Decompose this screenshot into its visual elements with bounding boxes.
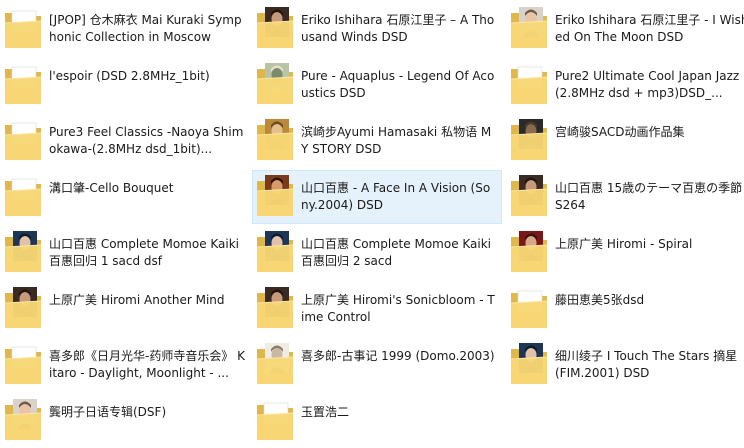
folder-name: Pure3 Feel Classics -Naoya Shimokawa-(2.… xyxy=(49,125,244,156)
folder-name: 喜多郎-古事记 1999 (Domo.2003) xyxy=(301,349,495,363)
folder-item[interactable]: Eriko Ishihara 石原江里子 - I Wished On The M… xyxy=(506,2,744,56)
folder-icon xyxy=(3,5,43,51)
folder-name: 上原广美 Hiromi's Sonicbloom - Time Control xyxy=(301,293,495,324)
folder-item[interactable]: 山口百惠 15歳のテーマ百恵の季節 -S264 xyxy=(506,170,744,224)
folder-name: 玉置浩二 xyxy=(301,405,350,419)
folder-icon xyxy=(3,173,43,219)
folder-icon xyxy=(509,173,549,219)
folder-item[interactable]: 上原广美 Hiromi Another Mind xyxy=(0,282,250,336)
folder-grid: [JPOP] 仓木麻衣 Mai Kuraki Symphonic Collect… xyxy=(0,0,744,448)
folder-icon xyxy=(3,229,43,275)
folder-name: 山口百惠 15歳のテーマ百恵の季節 -S264 xyxy=(555,181,744,212)
folder-name: 宫崎骏SACD动画作品集 xyxy=(555,125,685,139)
folder-icon xyxy=(255,61,295,107)
folder-item[interactable]: Pure2 Ultimate Cool Japan Jazz(2.8MHz ds… xyxy=(506,58,744,112)
folder-item[interactable]: 喜多郎《日月光华-药师寺音乐会》 Kitaro - Daylight, Moon… xyxy=(0,338,250,392)
folder-item[interactable]: 玉置浩二 xyxy=(252,394,502,448)
folder-name: Eriko Ishihara 石原江里子 – A Thousand Winds … xyxy=(301,13,495,44)
folder-item[interactable]: 溝口肇-Cello Bouquet xyxy=(0,170,250,224)
folder-icon xyxy=(3,117,43,163)
folder-item[interactable]: 宫崎骏SACD动画作品集 xyxy=(506,114,744,168)
folder-item[interactable]: 藤田恵美5张dsd xyxy=(506,282,744,336)
folder-item[interactable]: 滨崎步Ayumi Hamasaki 私物语 MY STORY DSD xyxy=(252,114,502,168)
folder-icon xyxy=(255,397,295,443)
folder-item[interactable]: Eriko Ishihara 石原江里子 – A Thousand Winds … xyxy=(252,2,502,56)
folder-name: l'espoir (DSD 2.8MHz_1bit) xyxy=(49,69,210,83)
folder-icon xyxy=(509,285,549,331)
folder-icon xyxy=(3,61,43,107)
folder-name: 上原广美 Hiromi - Spiral xyxy=(555,237,693,251)
folder-icon xyxy=(255,341,295,387)
folder-item[interactable]: Pure - Aquaplus - Legend Of Acoustics DS… xyxy=(252,58,502,112)
folder-item[interactable]: 山口百惠 - A Face In A Vision (Sony.2004) DS… xyxy=(252,170,502,224)
folder-item[interactable]: 山口百惠 Complete Momoe Kaiki 百惠回归 1 sacd ds… xyxy=(0,226,250,280)
folder-name: 喜多郎《日月光华-药师寺音乐会》 Kitaro - Daylight, Moon… xyxy=(49,349,245,380)
folder-name: 山口百惠 - A Face In A Vision (Sony.2004) DS… xyxy=(301,181,491,212)
folder-item[interactable]: 喜多郎-古事记 1999 (Domo.2003) xyxy=(252,338,502,392)
folder-name: Pure - Aquaplus - Legend Of Acoustics DS… xyxy=(301,69,495,100)
folder-name: 细川绫子 I Touch The Stars 摘星 (FIM.2001) DSD xyxy=(555,349,738,380)
folder-name: 溝口肇-Cello Bouquet xyxy=(49,181,174,195)
folder-item[interactable]: Pure3 Feel Classics -Naoya Shimokawa-(2.… xyxy=(0,114,250,168)
folder-name: 上原广美 Hiromi Another Mind xyxy=(49,293,225,307)
folder-icon xyxy=(509,229,549,275)
folder-icon xyxy=(3,397,43,443)
folder-name: 藤田恵美5张dsd xyxy=(555,293,645,307)
folder-name: Pure2 Ultimate Cool Japan Jazz(2.8MHz ds… xyxy=(555,69,740,100)
folder-icon xyxy=(509,341,549,387)
folder-icon xyxy=(255,117,295,163)
folder-item[interactable]: [JPOP] 仓木麻衣 Mai Kuraki Symphonic Collect… xyxy=(0,2,250,56)
folder-item[interactable]: 细川绫子 I Touch The Stars 摘星 (FIM.2001) DSD xyxy=(506,338,744,392)
folder-name: Eriko Ishihara 石原江里子 - I Wished On The M… xyxy=(555,13,744,44)
folder-icon xyxy=(255,229,295,275)
folder-icon xyxy=(3,285,43,331)
folder-item[interactable]: 上原广美 Hiromi's Sonicbloom - Time Control xyxy=(252,282,502,336)
folder-icon xyxy=(255,173,295,219)
folder-icon xyxy=(255,5,295,51)
folder-name: 山口百惠 Complete Momoe Kaiki 百惠回归 1 sacd ds… xyxy=(49,237,240,268)
folder-item[interactable]: l'espoir (DSD 2.8MHz_1bit) xyxy=(0,58,250,112)
folder-item[interactable]: 上原广美 Hiromi - Spiral xyxy=(506,226,744,280)
folder-item[interactable]: 山口百惠 Complete Momoe Kaiki 百惠回归 2 sacd xyxy=(252,226,502,280)
folder-name: 滨崎步Ayumi Hamasaki 私物语 MY STORY DSD xyxy=(301,125,492,156)
folder-icon xyxy=(255,285,295,331)
folder-icon xyxy=(509,117,549,163)
folder-icon xyxy=(509,61,549,107)
folder-name: [JPOP] 仓木麻衣 Mai Kuraki Symphonic Collect… xyxy=(49,13,242,44)
folder-item[interactable]: 龔明子日语专辑(DSF) xyxy=(0,394,250,448)
folder-icon xyxy=(509,5,549,51)
folder-name: 山口百惠 Complete Momoe Kaiki 百惠回归 2 sacd xyxy=(301,237,492,268)
folder-name: 龔明子日语专辑(DSF) xyxy=(49,405,167,419)
folder-icon xyxy=(3,341,43,387)
